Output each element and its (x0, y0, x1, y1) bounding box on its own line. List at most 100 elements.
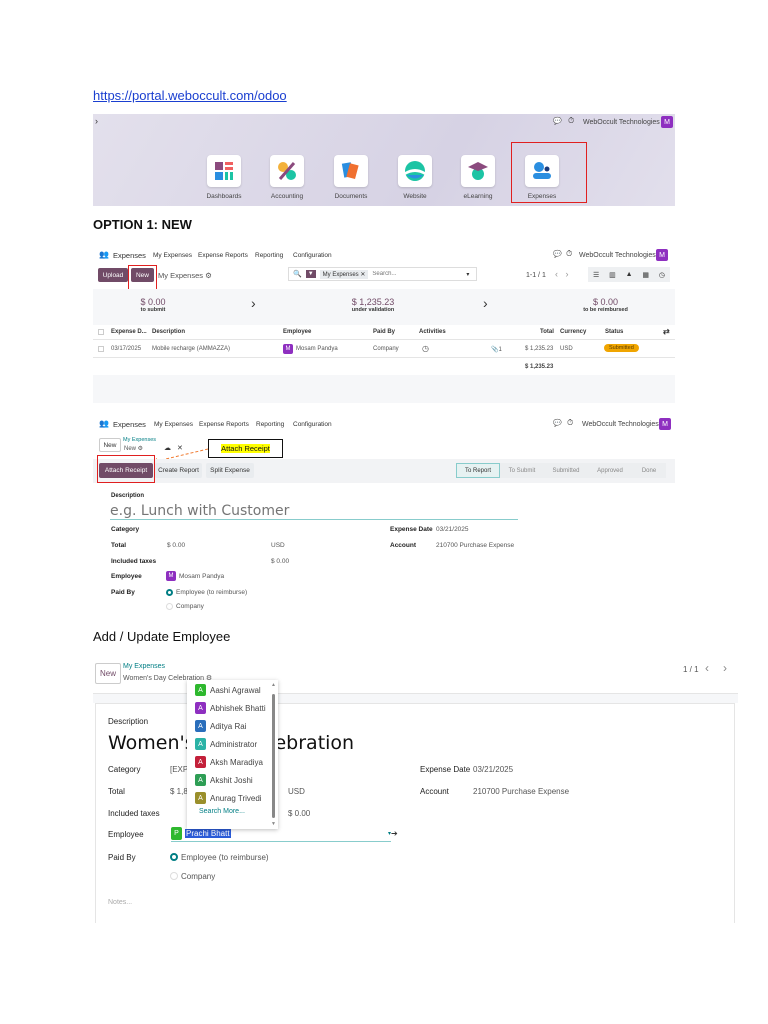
employee-form-screenshot: New My Expenses Women's Day Celebration … (93, 660, 738, 923)
stage-submitted[interactable]: Submitted (544, 463, 588, 478)
nav-app-name[interactable]: Expenses (113, 251, 146, 260)
category-field[interactable]: [EXP (170, 765, 188, 774)
col-paid-by[interactable]: Paid By (373, 329, 395, 335)
col-currency[interactable]: Currency (560, 329, 586, 335)
expense-date-field[interactable]: 03/21/2025 (436, 526, 469, 533)
employee-option[interactable]: A Aksh Maradiya (195, 753, 278, 771)
user-avatar[interactable]: M (656, 249, 668, 261)
portal-link[interactable]: https://portal.weboccult.com/odoo (93, 88, 287, 103)
new-button[interactable]: New (95, 663, 121, 684)
notes-input[interactable]: Notes... (108, 899, 132, 906)
nav-configuration[interactable]: Configuration (293, 421, 332, 428)
col-status[interactable]: Status (605, 329, 623, 335)
activity-view-icon[interactable]: ◷ (659, 271, 665, 279)
prev-record-icon[interactable]: ‹ (705, 661, 709, 675)
internal-link-arrow-icon[interactable]: ➔ (391, 829, 398, 838)
create-report-button[interactable]: Create Report (155, 463, 202, 478)
employee-option[interactable]: A Anurag Trivedi (195, 789, 278, 807)
nav-configuration[interactable]: Configuration (293, 252, 332, 259)
view-switcher[interactable]: ☰ ▥ ▲ ▦ ◷ (588, 267, 670, 282)
app-accounting[interactable]: Accounting (270, 155, 317, 200)
nav-my-expenses[interactable]: My Expenses (154, 421, 193, 428)
user-avatar[interactable]: M (661, 116, 673, 128)
radio-company[interactable] (170, 872, 178, 880)
account-field[interactable]: 210700 Purchase Expense (473, 787, 569, 796)
clock-icon[interactable]: ⏱ (568, 116, 574, 126)
scrollbar[interactable] (272, 694, 275, 818)
app-dashboards[interactable]: Dashboards (206, 155, 254, 200)
menu-toggle-icon[interactable]: › (95, 116, 98, 126)
stage-done[interactable]: Done (632, 463, 666, 478)
scroll-up-icon[interactable]: ▲ (271, 682, 276, 688)
currency-field[interactable]: USD (271, 542, 285, 549)
expense-date-field[interactable]: 03/21/2025 (473, 765, 513, 774)
app-website[interactable]: Website (398, 155, 445, 200)
account-field[interactable]: 210700 Purchase Expense (436, 542, 514, 549)
currency-field[interactable]: USD (288, 787, 305, 796)
summary-to-be-reimbursed[interactable]: $ 0.00 to be reimbursed (573, 297, 638, 313)
clock-icon[interactable]: ⏱ (566, 249, 572, 259)
scroll-down-icon[interactable]: ▼ (271, 821, 276, 827)
chat-icon[interactable]: 💬 (553, 419, 562, 427)
search-dropdown-icon[interactable]: ▾ (466, 271, 469, 278)
total-input[interactable]: $ 1,8 (170, 787, 188, 796)
filter-facet[interactable]: My Expenses ✕ (319, 269, 369, 279)
split-expense-button[interactable]: Split Expense (206, 463, 254, 478)
prev-icon[interactable]: ‹ › (555, 269, 569, 279)
clock-icon[interactable]: ⏱ (567, 418, 573, 428)
select-all-checkbox[interactable] (98, 329, 104, 335)
employee-option[interactable]: A Abhishek Bhatti (195, 699, 278, 717)
breadcrumb-my-expenses[interactable]: My Expenses (123, 663, 165, 670)
app-documents[interactable]: Documents (334, 155, 381, 200)
employee-option[interactable]: A Aashi Agrawal (195, 681, 278, 699)
search-input[interactable] (372, 271, 463, 277)
user-avatar[interactable]: M (659, 418, 671, 430)
radio-employee[interactable] (166, 589, 173, 596)
nav-app-name[interactable]: Expenses (113, 420, 146, 429)
radio-company[interactable] (166, 603, 173, 610)
search-bar[interactable]: 🔍 ▼ My Expenses ✕ ▾ (288, 267, 477, 281)
pivot-view-icon[interactable]: ▦ (642, 271, 649, 279)
col-date[interactable]: Expense D... (111, 329, 147, 335)
employee-option[interactable]: A Aditya Rai (195, 717, 278, 735)
total-input[interactable]: $ 0.00 (167, 542, 185, 549)
nav-reporting[interactable]: Reporting (255, 252, 283, 259)
stage-approved[interactable]: Approved (588, 463, 632, 478)
radio-employee[interactable] (170, 853, 178, 861)
nav-my-expenses[interactable]: My Expenses (153, 252, 192, 259)
breadcrumb-my-expenses[interactable]: My Expenses (123, 437, 156, 443)
expense-date-label: Expense Date (420, 765, 471, 774)
app-elearning[interactable]: eLearning (461, 155, 508, 200)
activity-clock-icon[interactable]: ◷ (422, 344, 429, 353)
optional-columns-icon[interactable]: ⇄ (663, 327, 670, 336)
next-record-icon[interactable]: › (723, 661, 727, 675)
category-label: Category (108, 765, 141, 774)
description-input[interactable] (110, 502, 518, 520)
col-activities[interactable]: Activities (419, 329, 446, 335)
table-row[interactable]: 03/17/2025 Mobile recharge (AMMAZZA) M M… (93, 341, 675, 358)
chat-icon[interactable]: 💬 (553, 250, 562, 258)
total-label: Total (111, 542, 127, 549)
upload-button[interactable]: Upload (98, 268, 128, 282)
nav-reporting[interactable]: Reporting (256, 421, 284, 428)
amount: $ 0.00 (592, 297, 619, 307)
list-view-icon[interactable]: ☰ (593, 271, 599, 279)
summary-under-validation[interactable]: $ 1,235.23 under validation (338, 297, 408, 313)
search-more-link[interactable]: Search More... (195, 808, 278, 815)
employee-field[interactable]: Mosam Pandya (179, 573, 224, 580)
kanban-view-icon[interactable]: ▥ (609, 271, 616, 279)
chat-icon[interactable]: 💬 (553, 117, 562, 125)
employee-option[interactable]: A Administrator (195, 735, 278, 753)
col-total[interactable]: Total (540, 329, 554, 335)
col-employee[interactable]: Employee (283, 329, 311, 335)
graph-view-icon[interactable]: ▲ (626, 271, 633, 278)
stage-to-submit[interactable]: To Submit (500, 463, 544, 478)
summary-to-submit[interactable]: $ 0.00 to submit (123, 297, 183, 313)
nav-expense-reports[interactable]: Expense Reports (198, 252, 248, 259)
stage-to-report[interactable]: To Report (456, 463, 500, 478)
nav-expense-reports[interactable]: Expense Reports (199, 421, 249, 428)
new-button[interactable]: New (99, 438, 121, 452)
employee-option[interactable]: A Akshit Joshi (195, 771, 278, 789)
row-checkbox[interactable] (98, 346, 104, 352)
col-description[interactable]: Description (152, 329, 185, 335)
